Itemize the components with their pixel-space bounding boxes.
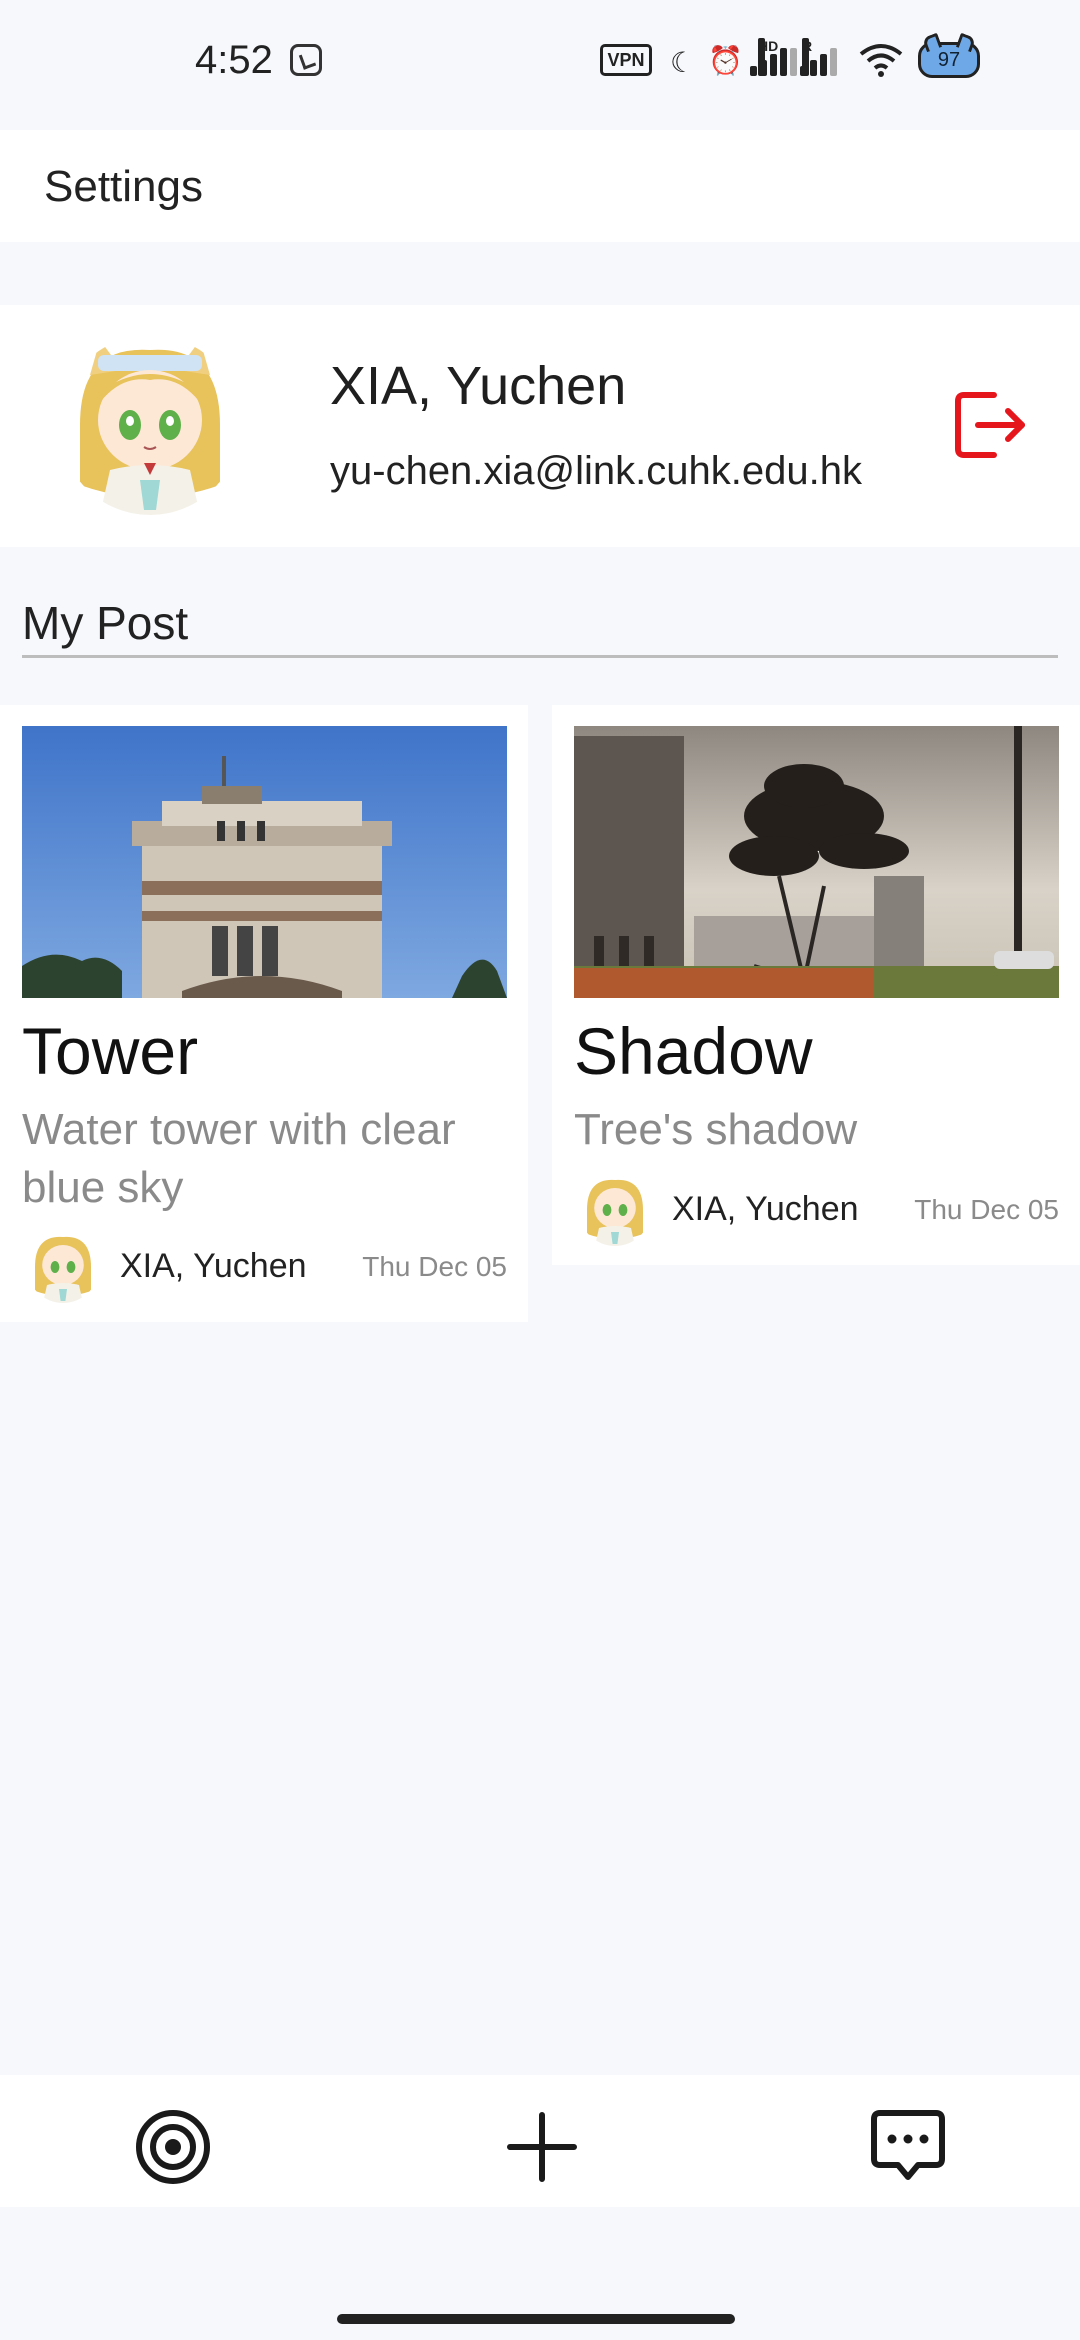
post-author-row: XIA, Yuchen Thu Dec 05 [22, 1227, 507, 1307]
post-image [22, 726, 507, 998]
post-image [574, 726, 1059, 998]
avatar [579, 1174, 651, 1246]
battery-icon: 97 [918, 42, 980, 78]
post-date: Thu Dec 05 [914, 1194, 1059, 1225]
status-time: 4:52 [195, 38, 273, 82]
clock-app-icon [290, 44, 322, 76]
target-icon[interactable] [133, 2107, 213, 2187]
post-author: XIA, Yuchen [672, 1190, 859, 1228]
post-description: Tree's shadow [574, 1105, 858, 1154]
chat-icon[interactable] [868, 2107, 948, 2187]
alarm-icon: ⏰ [708, 45, 743, 76]
profile-name: XIA, Yuchen [330, 356, 627, 416]
vpn-icon: VPN [600, 44, 652, 76]
post-description: Water tower with clear blue sky [22, 1105, 456, 1212]
header-bar: Settings [0, 130, 1080, 242]
profile-email: yu-chen.xia@link.cuhk.edu.hk [330, 449, 862, 493]
post-date: Thu Dec 05 [362, 1251, 507, 1282]
status-icons: VPN ☾ ⏰ HD R 97 [600, 38, 1020, 84]
avatar[interactable] [60, 335, 240, 515]
post-card[interactable]: Shadow Tree's shadow XIA, Yuchen Thu Dec… [552, 705, 1080, 1265]
section-divider [22, 655, 1058, 658]
wifi-icon [859, 44, 903, 77]
home-indicator[interactable] [337, 2314, 735, 2324]
bottom-nav [0, 2075, 1080, 2207]
post-title: Shadow [574, 1014, 813, 1088]
moon-icon: ☾ [670, 47, 696, 78]
post-title: Tower [22, 1014, 199, 1088]
page-title: Settings [44, 162, 203, 211]
plus-icon[interactable] [502, 2107, 582, 2187]
profile-card: XIA, Yuchen yu-chen.xia@link.cuhk.edu.hk [0, 305, 1080, 547]
post-card[interactable]: Tower Water tower with clear blue sky XI… [0, 705, 528, 1322]
status-bar: 4:52 VPN ☾ ⏰ HD R 97 [0, 0, 1080, 130]
post-author-row: XIA, Yuchen Thu Dec 05 [574, 1170, 1059, 1250]
avatar [27, 1231, 99, 1303]
post-author: XIA, Yuchen [120, 1247, 307, 1285]
logout-icon[interactable] [950, 385, 1030, 465]
section-title: My Post [22, 597, 189, 649]
signal-icon-2: R [800, 38, 860, 76]
